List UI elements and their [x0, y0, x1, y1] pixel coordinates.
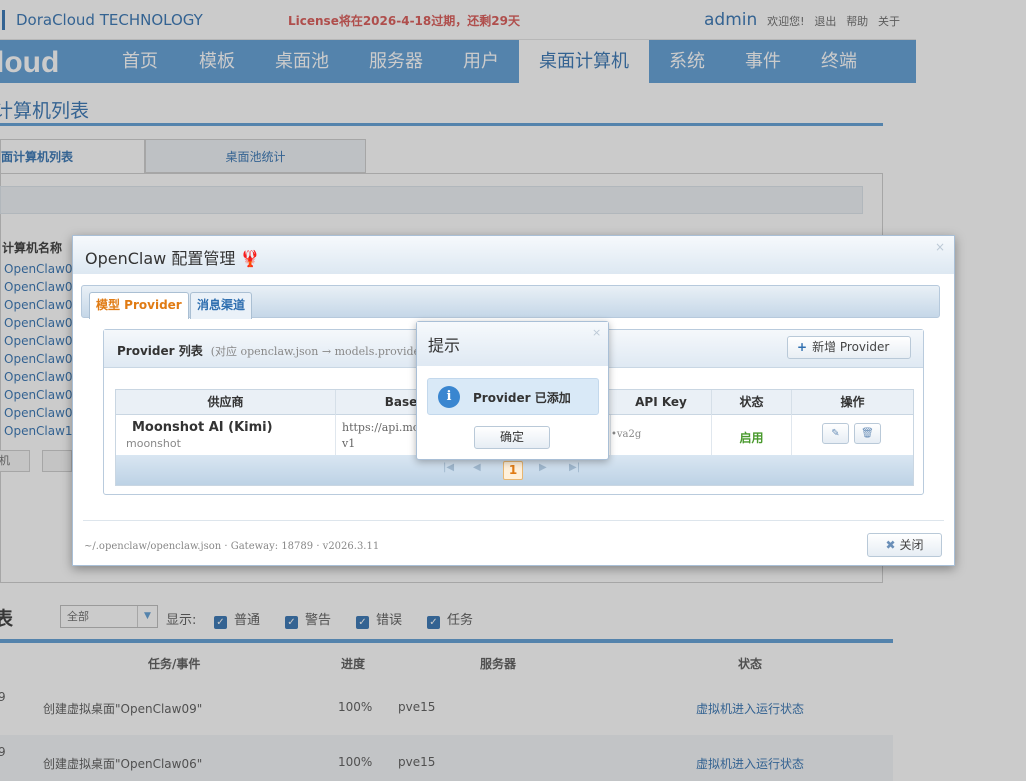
col-provider: 供应商 [116, 390, 336, 415]
footer-info: ~/.openclaw/openclaw.json · Gateway: 187… [84, 541, 380, 552]
base-url: https://api.mo v1 [342, 420, 419, 452]
add-provider-label: 新增 Provider [812, 340, 890, 354]
current-page[interactable]: 1 [503, 461, 523, 480]
alert-title: 提示 [428, 336, 461, 355]
info-icon: i [438, 386, 460, 408]
tab-model-provider[interactable]: 模型 Provider [89, 292, 189, 319]
close-icon[interactable]: × [592, 326, 601, 339]
actions-cell: ✎ 🗑 [792, 415, 913, 455]
edit-icon[interactable]: ✎ [822, 423, 849, 444]
provider-name: Moonshot AI (Kimi) [132, 420, 273, 435]
dialog-tab-bar: 模型 Provider 消息渠道 [81, 285, 940, 319]
plus-icon: + [797, 340, 808, 354]
close-icon[interactable]: × [935, 240, 945, 254]
delete-icon[interactable]: 🗑 [854, 423, 881, 444]
status-cell: 启用 [712, 415, 792, 455]
ok-button[interactable]: 确定 [474, 426, 550, 449]
api-key: •va2g [611, 429, 642, 440]
status-badge: 启用 [739, 431, 764, 445]
col-actions: 操作 [840, 395, 865, 409]
dialog-title: OpenClaw 配置管理 🦞 [85, 249, 261, 268]
provider-list-title: Provider 列表 (对应 openclaw.json → models.pr… [117, 342, 431, 359]
tab-message-channels[interactable]: 消息渠道 [190, 292, 253, 319]
alert-message-box: i Provider 已添加 [427, 378, 599, 415]
provider-id: moonshot [126, 437, 181, 450]
dialog-footer-divider [83, 520, 944, 521]
provider-list-subtitle: (对应 openclaw.json → models.providers [210, 345, 431, 358]
api-key-cell: •va2g [611, 415, 712, 455]
base-url-line2: v1 [342, 437, 356, 450]
provider-cell: Moonshot AI (Kimi) moonshot [116, 415, 336, 455]
col-api-key: API Key [611, 390, 712, 415]
provider-list-title-text: Provider 列表 [117, 344, 203, 358]
col-status: 状态 [712, 390, 792, 415]
close-button-label: 关闭 [899, 538, 924, 552]
first-page-icon[interactable]: |◀ [443, 462, 454, 473]
prev-page-icon[interactable]: ◀ [473, 462, 481, 473]
alert-dialog: 提示 × i Provider 已添加 确定 [416, 321, 609, 460]
close-icon: ✖ [885, 538, 896, 552]
base-url-line1: https://api.mo [342, 421, 420, 434]
add-provider-button[interactable]: + 新增 Provider [787, 336, 911, 359]
close-button[interactable]: ✖ 关闭 [867, 533, 942, 557]
last-page-icon[interactable]: ▶| [569, 462, 580, 473]
next-page-icon[interactable]: ▶ [539, 462, 547, 473]
alert-message: Provider 已添加 [473, 391, 571, 405]
